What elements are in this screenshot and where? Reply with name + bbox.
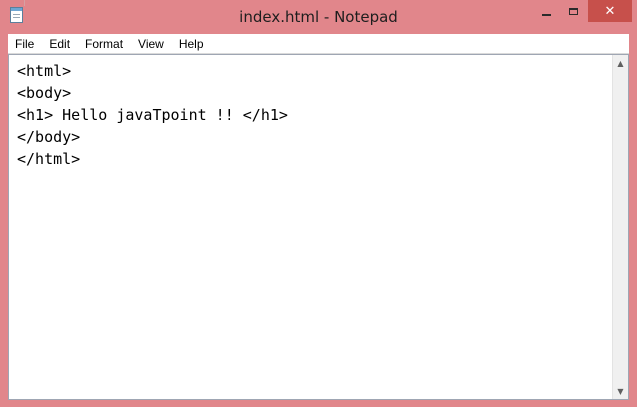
menu-view[interactable]: View <box>131 35 172 53</box>
text-editor[interactable]: <html> <body> <h1> Hello javaTpoint !! </h… <box>8 54 629 400</box>
menu-help[interactable]: Help <box>172 35 212 53</box>
editor-line: <html> <box>17 62 72 80</box>
maximize-icon <box>569 7 578 15</box>
menu-bar: File Edit Format View Help <box>8 34 629 54</box>
scroll-up-icon: ▲ <box>617 58 624 68</box>
title-bar[interactable]: index.html - Notepad ✕ <box>0 0 637 34</box>
minimize-button[interactable] <box>533 0 560 22</box>
notepad-window: index.html - Notepad ✕ File Edit Format … <box>0 0 637 407</box>
menu-edit[interactable]: Edit <box>42 35 78 53</box>
editor-line: </body> <box>17 128 81 146</box>
minimize-icon <box>542 14 551 16</box>
close-button[interactable]: ✕ <box>588 0 632 22</box>
editor-line: <body> <box>17 84 72 102</box>
maximize-button[interactable] <box>560 0 587 22</box>
menu-format[interactable]: Format <box>78 35 131 53</box>
menu-file[interactable]: File <box>8 35 42 53</box>
close-icon: ✕ <box>604 3 616 19</box>
editor-line: <h1> Hello javaTpoint !! </h1> <box>17 106 288 124</box>
editor-line: </html> <box>17 150 81 168</box>
scroll-up-button[interactable]: ▲ <box>613 55 628 71</box>
vertical-scrollbar[interactable]: ▲ ▼ <box>612 55 628 399</box>
scroll-down-icon: ▼ <box>617 386 624 396</box>
scroll-down-button[interactable]: ▼ <box>613 383 628 399</box>
editor-text-area[interactable]: <html> <body> <h1> Hello javaTpoint !! </h… <box>17 60 607 390</box>
